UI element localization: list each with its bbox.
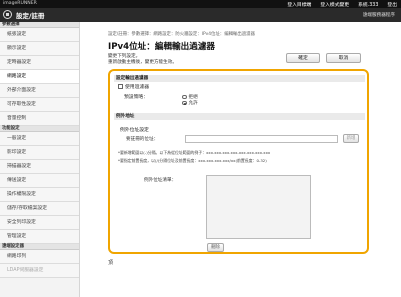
- home-icon[interactable]: [3, 10, 12, 19]
- title-bar: 設定/註冊 遠端服務器程序: [0, 8, 401, 22]
- brand-logo: imageRUNNER: [3, 1, 37, 6]
- sidebar-item-permissions[interactable]: 操作權限設定: [0, 188, 79, 202]
- delete-address-button[interactable]: 刪除: [207, 243, 224, 252]
- sidebar-item-paper[interactable]: 紙張設定: [0, 28, 79, 42]
- sidebar-item-common[interactable]: 一般設定: [0, 132, 79, 146]
- range-hint: *要新增範圍以(-)分隔。以下為從位址範圍的例子：xxx.xxx.xxx.xxx…: [118, 150, 271, 155]
- add-address-button[interactable]: 新增: [343, 134, 359, 143]
- default-policy-label: 預設策略：: [124, 95, 148, 100]
- sidebar-item-secure-print[interactable]: 安全列印設定: [0, 216, 79, 230]
- sidebar-item-copy[interactable]: 影印設定: [0, 146, 79, 160]
- sidebar-item-ldap[interactable]: LDAP伺服器設定: [0, 264, 79, 278]
- filter-section-header: 設定輸出過濾器: [114, 75, 365, 82]
- sidebar-item-store-access[interactable]: 儲存/存取檔案設定: [0, 202, 79, 216]
- sidebar: 參數選擇 紙張設定 顯示設定 定時器設定 網路設定 外部介面設定 可存取性設定 …: [0, 22, 80, 297]
- sidebar-item-network[interactable]: 網路設定: [0, 70, 79, 84]
- main-content: 設定/註冊：參數選擇：網路設定：防火牆設定：IPv4位址：編輯輸出過濾器 IPv…: [81, 22, 401, 297]
- sidebar-item-display[interactable]: 顯示設定: [0, 42, 79, 56]
- logout-link[interactable]: 登出: [387, 1, 397, 8]
- page-title: IPv4位址：編輯輸出過濾器: [108, 42, 216, 52]
- register-address-label: 要註冊的位址：: [126, 137, 159, 142]
- sidebar-item-scanner[interactable]: 掃描器設定: [0, 160, 79, 174]
- top-link-login-target[interactable]: 登入目標端: [287, 1, 311, 8]
- note-line-2: 重新啟動主機後，變更方能生效。: [108, 60, 177, 65]
- top-link-system[interactable]: 系統.333: [358, 1, 378, 8]
- exception-section-header: 例外地址: [114, 113, 365, 120]
- output-filter-panel: 設定輸出過濾器 使用過濾器 預設策略： 拒絕 允許 例外地址 例外位址設定 要註…: [108, 69, 369, 254]
- back-to-top-link[interactable]: 頂: [108, 259, 113, 266]
- sidebar-item-external-interface[interactable]: 外部介面設定: [0, 84, 79, 98]
- top-bar: imageRUNNER 登入目標端 登入模式變更 系統.333 登出: [0, 0, 401, 8]
- sidebar-item-timer[interactable]: 定時器設定: [0, 56, 79, 70]
- top-links: 登入目標端 登入模式變更 系統.333 登出: [287, 1, 397, 8]
- policy-reject-radio[interactable]: [182, 94, 187, 100]
- exception-subheading: 例外位址設定: [120, 128, 149, 133]
- exception-address-list[interactable]: [206, 175, 311, 239]
- use-filter-checkbox[interactable]: [118, 84, 123, 89]
- use-filter-label: 使用過濾器: [125, 85, 149, 90]
- breadcrumb[interactable]: 設定/註冊：參數選擇：網路設定：防火牆設定：IPv4位址：編輯輸出過濾器: [108, 31, 255, 37]
- prefix-hint: *要指定前置長度，以(/)分隔位址及前置長度：xxx.xxx.xxx.xxx/x…: [118, 158, 267, 163]
- cancel-button[interactable]: 取消: [326, 53, 361, 63]
- sidebar-item-accessibility[interactable]: 可存取性設定: [0, 98, 79, 112]
- sidebar-item-volume[interactable]: 音量控制: [0, 112, 79, 126]
- policy-allow-radio[interactable]: [182, 100, 187, 106]
- policy-allow-label: 允許: [188, 101, 198, 106]
- use-filter-option[interactable]: 使用過濾器: [118, 83, 149, 90]
- settings-note: 變更下列設定。 重新啟動主機後，變更方能生效。: [108, 54, 177, 66]
- register-address-input[interactable]: [185, 135, 338, 143]
- sidebar-item-send[interactable]: 傳送設定: [0, 174, 79, 188]
- top-link-login-mode[interactable]: 登入模式變更: [320, 1, 349, 8]
- sidebar-item-network-print[interactable]: 網路印列: [0, 250, 79, 264]
- admin-link[interactable]: 遠端服務器程序: [363, 12, 395, 18]
- policy-allow-option[interactable]: 允許: [182, 100, 198, 106]
- ok-button[interactable]: 確定: [286, 53, 320, 63]
- app-title: 設定/註冊: [16, 12, 45, 20]
- exception-list-label: 例外位址清單：: [144, 178, 177, 183]
- sidebar-item-management[interactable]: 管理設定: [0, 230, 79, 244]
